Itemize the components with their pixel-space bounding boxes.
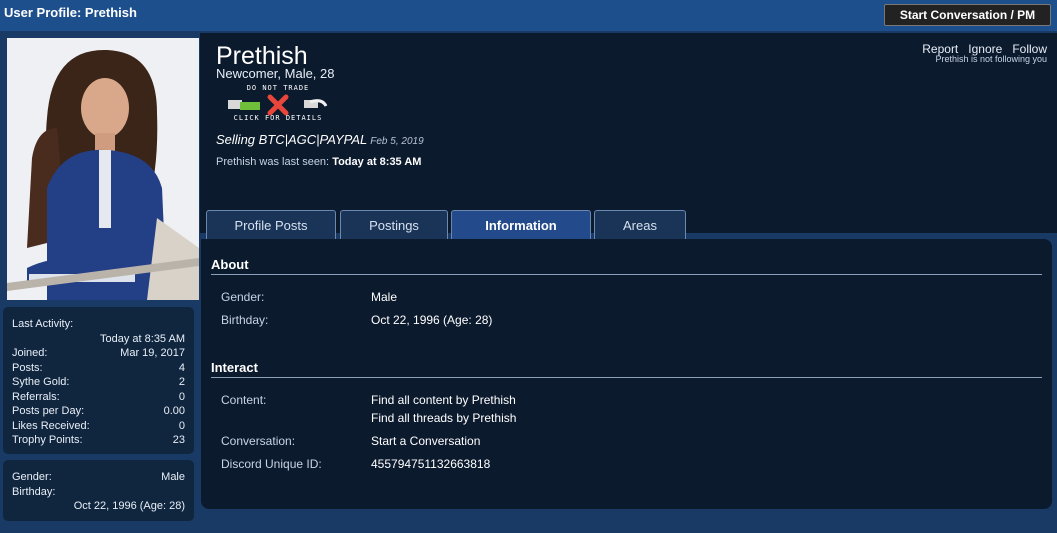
- stat-value: 0: [178, 390, 185, 403]
- find-all-threads-link[interactable]: Find all threads by Prethish: [371, 409, 516, 427]
- profile-header: Prethish Newcomer, Male, 28 DO NOT TRADE…: [200, 33, 1057, 233]
- start-conversation-button[interactable]: Start Conversation / PM: [884, 4, 1051, 26]
- about-heading: About: [211, 257, 1042, 275]
- stat-value: 0.00: [163, 405, 185, 417]
- page-title: User Profile: Prethish: [4, 5, 137, 20]
- last-seen-prefix: Prethish was last seen:: [216, 156, 330, 168]
- stat-value: 2: [178, 376, 185, 388]
- last-seen: Prethish was last seen: Today at 8:35 AM: [216, 156, 421, 168]
- last-activity-label: Last Activity:: [12, 318, 74, 330]
- stat-value[interactable]: 23: [173, 433, 185, 448]
- interact-conversation-label: Conversation:: [221, 434, 296, 448]
- trade-handshake-icon: [228, 94, 328, 116]
- trade-badge-bottom-text: CLICK FOR DETAILS: [233, 114, 323, 122]
- discord-id-label: Discord Unique ID:: [221, 457, 322, 471]
- sidebar-birthday-label: Birthday:: [12, 485, 56, 498]
- stat-row-likes: Likes Received: 0: [12, 419, 185, 434]
- sidebar-gender-label: Gender:: [12, 471, 52, 483]
- follow-status-note: Prethish is not following you: [935, 54, 1047, 64]
- stat-label: Posts:: [12, 361, 43, 374]
- sidebar-birthday-label-row: Birthday:: [12, 485, 185, 500]
- sidebar-gender-row: Gender: Male: [12, 470, 185, 485]
- last-seen-value: Today at 8:35 AM: [332, 156, 422, 168]
- about-birthday-value: Oct 22, 1996 (Age: 28): [371, 313, 493, 327]
- stat-row-trophy[interactable]: Trophy Points: 23: [12, 433, 185, 448]
- sidebar-birthday-value-row: Oct 22, 1996 (Age: 28): [12, 499, 185, 514]
- stat-label: Likes Received:: [12, 419, 90, 432]
- information-panel: About Gender: Male Birthday: Oct 22, 199…: [201, 239, 1052, 509]
- about-birthday-label: Birthday:: [221, 313, 269, 327]
- last-activity-label-row: Last Activity:: [12, 317, 185, 332]
- stat-label: Joined:: [12, 347, 48, 359]
- custom-tagline: Selling BTC|AGC|PAYPAL Feb 5, 2019: [216, 132, 424, 147]
- stat-value[interactable]: 4: [179, 361, 185, 376]
- last-activity-value: Today at 8:35 AM: [100, 332, 185, 345]
- about-gender-label: Gender:: [221, 290, 265, 304]
- stat-row-referrals: Referrals: 0: [12, 390, 185, 405]
- about-gender-value: Male: [371, 290, 398, 304]
- find-all-content-link[interactable]: Find all content by Prethish: [371, 391, 516, 409]
- tagline-text: Selling BTC|AGC|PAYPAL: [216, 132, 368, 147]
- sidebar-gender-value: Male: [161, 471, 185, 483]
- stat-label: Trophy Points:: [12, 434, 83, 446]
- tab-information[interactable]: Information: [451, 210, 591, 240]
- tab-profile-posts[interactable]: Profile Posts: [206, 210, 336, 240]
- stat-value: Mar 19, 2017: [120, 347, 185, 359]
- stat-value: 0: [178, 419, 185, 432]
- stat-row-posts[interactable]: Posts: 4: [12, 361, 185, 376]
- stat-row-posts-per-day: Posts per Day: 0.00: [12, 404, 185, 419]
- tab-postings[interactable]: Postings: [340, 210, 448, 240]
- titlebar: User Profile: Prethish Start Conversatio…: [0, 0, 1057, 31]
- avatar[interactable]: [7, 38, 199, 300]
- discord-id-value: 455794751132663818: [371, 457, 491, 471]
- last-activity-value-row: Today at 8:35 AM: [12, 332, 185, 347]
- start-conversation-link[interactable]: Start a Conversation: [371, 432, 480, 450]
- trade-warning-badge[interactable]: DO NOT TRADE CLICK FOR DETAILS: [224, 84, 332, 124]
- interact-content-label: Content:: [221, 393, 267, 407]
- sidebar-birthday-value: Oct 22, 1996 (Age: 28): [73, 500, 185, 512]
- stat-row-gold: Sythe Gold: 2: [12, 375, 185, 390]
- interact-heading: Interact: [211, 360, 1042, 378]
- stat-label: Referrals:: [12, 390, 60, 403]
- stat-label: Sythe Gold:: [12, 376, 70, 388]
- info-panel: Gender: Male Birthday: Oct 22, 1996 (Age…: [3, 460, 194, 521]
- stat-row-joined: Joined: Mar 19, 2017: [12, 346, 185, 361]
- tagline-date: Feb 5, 2019: [370, 136, 424, 147]
- stats-panel: Last Activity: Today at 8:35 AM Joined: …: [3, 307, 194, 454]
- avatar-portrait: [7, 38, 199, 300]
- tab-areas[interactable]: Areas: [594, 210, 686, 240]
- trade-badge-top-text: DO NOT TRADE: [246, 84, 310, 92]
- user-title: Newcomer, Male, 28: [216, 66, 335, 81]
- stat-label: Posts per Day:: [12, 405, 85, 417]
